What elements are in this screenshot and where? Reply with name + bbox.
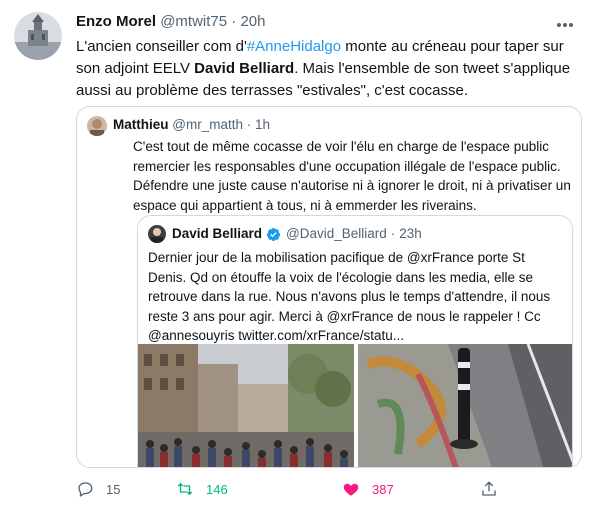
tweet-text: L'ancien conseiller com d'#AnneHidalgo m… <box>76 36 581 102</box>
quoted-author-name: Matthieu <box>113 117 169 132</box>
nested-avatar <box>148 225 166 243</box>
author-handle[interactable]: @mtwit75 <box>160 13 227 30</box>
like-button[interactable]: 387 <box>342 478 394 500</box>
verified-badge-icon <box>266 227 281 242</box>
like-count: 387 <box>372 481 394 497</box>
nested-author-handle: @David_Belliard <box>286 226 387 241</box>
media-photo-bollard[interactable] <box>358 343 572 467</box>
media-photo-street-crowd[interactable] <box>138 344 354 467</box>
tweet-header: Enzo Morel @mtwit75 · 20h <box>76 12 265 32</box>
hashtag-link[interactable]: #AnneHidalgo <box>247 38 341 55</box>
tweet: Enzo Morel @mtwit75 · 20h L'ancien conse… <box>0 0 595 512</box>
retweet-icon <box>177 482 193 496</box>
nested-text: Dernier jour de la mobilisation pacifiqu… <box>148 250 551 343</box>
quoted-tweet[interactable]: Matthieu @mr_matth · 1h C'est tout de mê… <box>76 106 582 468</box>
reply-bubble-icon <box>78 482 93 497</box>
nested-header: David Belliard @David_Belliard · 23h <box>172 225 422 243</box>
nested-separator: · <box>390 226 396 241</box>
author-name[interactable]: Enzo Morel <box>76 13 156 30</box>
share-button[interactable] <box>480 478 498 500</box>
retweet-button[interactable]: 146 <box>176 478 228 500</box>
reply-count: 15 <box>106 481 121 497</box>
nested-media[interactable] <box>138 343 572 467</box>
quoted-text: C'est tout de même cocasse de voir l'élu… <box>133 139 571 213</box>
tweet-time[interactable]: 20h <box>240 13 265 30</box>
tweet-text-part: L'ancien conseiller com d' <box>76 38 247 55</box>
quoted-avatar <box>87 116 107 136</box>
reply-button[interactable]: 15 <box>76 478 120 500</box>
quoted-author-handle: @mr_matth <box>172 117 243 132</box>
nested-quoted-tweet[interactable]: David Belliard @David_Belliard · 23h Der… <box>137 215 573 467</box>
quoted-separator: · <box>246 117 252 132</box>
author-avatar[interactable] <box>14 12 62 60</box>
tweet-text-bold: David Belliard <box>194 60 295 77</box>
nested-author-name: David Belliard <box>172 226 263 241</box>
quoted-time: 1h <box>255 117 271 132</box>
header-separator: · <box>231 13 237 30</box>
heart-filled-icon <box>343 483 359 496</box>
more-dots-icon[interactable] <box>557 14 577 30</box>
share-upload-icon <box>482 481 496 496</box>
action-bar: 15 146 387 <box>76 478 506 500</box>
quoted-header: Matthieu @mr_matth · 1h <box>113 116 270 134</box>
retweet-count: 146 <box>206 481 228 497</box>
nested-time: 23h <box>399 226 422 241</box>
